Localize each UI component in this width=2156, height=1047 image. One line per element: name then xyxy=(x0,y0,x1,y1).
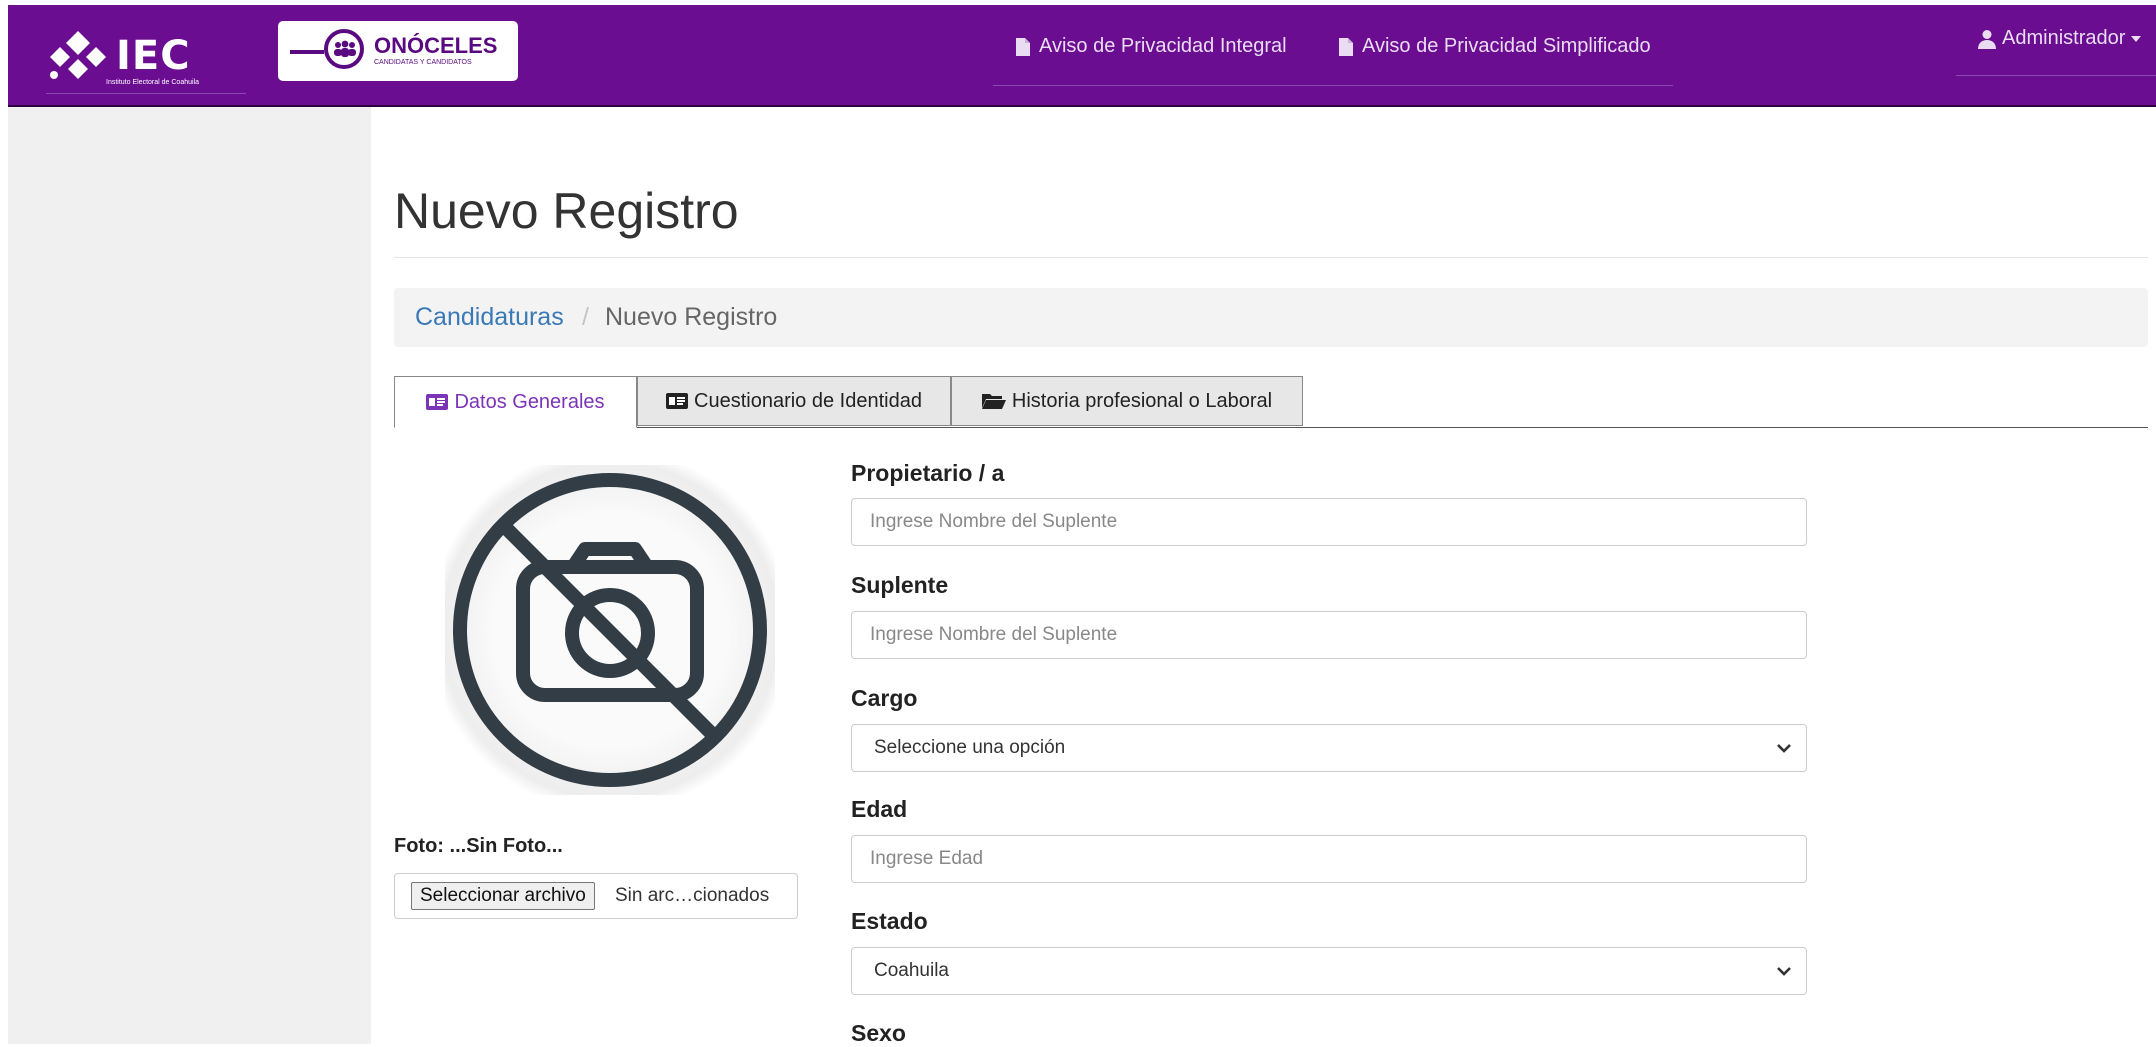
edad-label: Edad xyxy=(851,796,908,822)
tab-label: Historia profesional o Laboral xyxy=(1011,389,1273,412)
no-camera-icon xyxy=(453,473,767,787)
tab-label: Cuestionario de Identidad xyxy=(694,389,922,412)
top-nav-links: Aviso de Privacidad Integral Aviso de Pr… xyxy=(993,27,1673,86)
suplente-label: Suplente xyxy=(851,572,949,598)
tab-cuestionario-identidad[interactable]: Cuestionario de Identidad xyxy=(637,376,951,426)
sidebar xyxy=(8,107,371,1044)
chevron-down-icon xyxy=(1777,744,1791,753)
folder-open-icon xyxy=(981,394,1006,409)
breadcrumb-separator: / xyxy=(582,303,589,331)
user-name: Administrador xyxy=(2002,27,2126,49)
breadcrumb-link-candidaturas[interactable]: Candidaturas xyxy=(415,303,564,332)
tab-datos-generales[interactable]: Datos Generales xyxy=(394,376,637,428)
iec-logo-subtitle: Instituto Electoral de Coahuila xyxy=(106,79,199,86)
user-icon xyxy=(1978,29,1996,49)
suplente-input[interactable] xyxy=(851,611,1807,659)
candidate-photo-placeholder xyxy=(445,465,775,795)
user-menu-toggle[interactable]: Administrador xyxy=(1978,27,2142,50)
iec-logo-text: IEC xyxy=(116,33,191,79)
nav-link-label: Aviso de Privacidad Integral xyxy=(1039,35,1287,57)
document-icon xyxy=(1016,37,1030,56)
photo-file-input[interactable]: Seleccionar archivo Sin arc…cionados xyxy=(394,873,798,919)
top-navbar: IEC Instituto Electoral de Coahuila ONÓC… xyxy=(8,5,2156,107)
chevron-down-icon xyxy=(1777,967,1791,976)
edad-input[interactable] xyxy=(851,835,1807,883)
cargo-select[interactable]: Seleccione una opción xyxy=(851,724,1807,772)
estado-selected-value: Coahuila xyxy=(874,960,949,981)
logo-line-decoration xyxy=(290,50,324,54)
select-file-button[interactable]: Seleccionar archivo xyxy=(411,882,595,910)
page-title: Nuevo Registro xyxy=(394,183,739,239)
tab-bar: Datos Generales Cuestionario de Identida… xyxy=(394,376,2148,428)
user-menu[interactable]: Administrador xyxy=(1956,21,2156,76)
nav-link-aviso-simplificado[interactable]: Aviso de Privacidad Simplificado xyxy=(1338,35,1651,58)
propietario-label: Propietario / a xyxy=(851,460,1005,486)
nav-link-aviso-integral[interactable]: Aviso de Privacidad Integral xyxy=(1015,35,1287,58)
id-card-icon xyxy=(666,393,689,409)
conoceles-logo-subtitle: CANDIDATAS Y CANDIDATOS xyxy=(374,59,472,66)
file-status: Sin arc…cionados xyxy=(615,885,770,906)
cargo-label: Cargo xyxy=(851,685,918,711)
iec-logo-mark-icon xyxy=(50,31,106,79)
title-divider xyxy=(394,257,2148,258)
tab-label: Datos Generales xyxy=(454,390,605,413)
tab-historia-profesional[interactable]: Historia profesional o Laboral xyxy=(951,376,1303,426)
propietario-input[interactable] xyxy=(851,498,1807,546)
nav-link-label: Aviso de Privacidad Simplificado xyxy=(1362,35,1651,57)
id-card-icon xyxy=(426,394,449,410)
conoceles-logo-text: ONÓCELES xyxy=(374,33,498,58)
photo-label: Foto: ...Sin Foto... xyxy=(394,835,563,857)
people-icon xyxy=(334,40,356,57)
caret-down-icon xyxy=(2131,35,2142,42)
cargo-selected-value: Seleccione una opción xyxy=(874,737,1066,758)
breadcrumb-current: Nuevo Registro xyxy=(605,303,778,331)
conoceles-logo[interactable]: ONÓCELES CANDIDATAS Y CANDIDATOS xyxy=(278,21,518,81)
document-icon xyxy=(1339,37,1353,56)
breadcrumb: Candidaturas / Nuevo Registro xyxy=(394,288,2148,347)
estado-label: Estado xyxy=(851,908,928,934)
sexo-label: Sexo xyxy=(851,1020,906,1046)
iec-logo[interactable]: IEC Instituto Electoral de Coahuila xyxy=(46,27,246,94)
estado-select[interactable]: Coahuila xyxy=(851,947,1807,995)
